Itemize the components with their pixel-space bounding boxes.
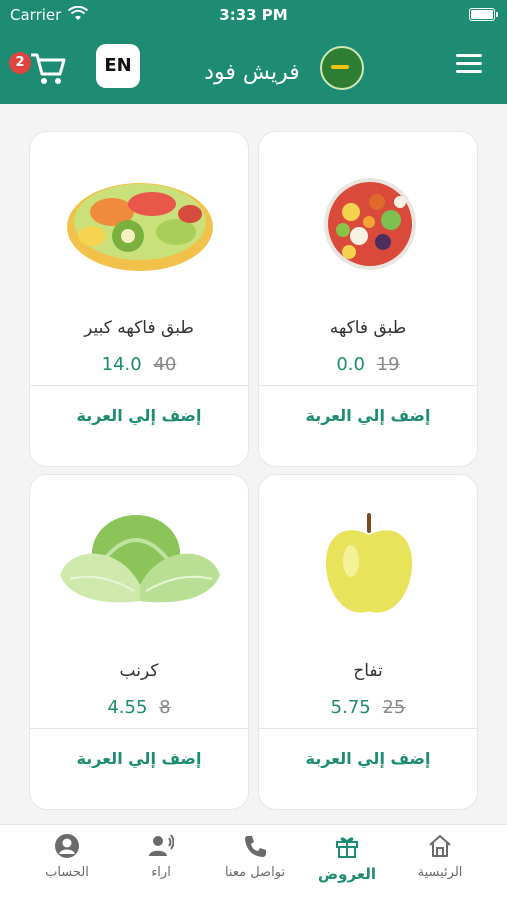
product-name: تفاح — [353, 661, 383, 681]
add-to-cart-button[interactable]: إضف إلي العربة — [30, 749, 248, 768]
product-name: طبق فاكهه كبير — [84, 318, 194, 338]
product-price: 5.75 — [330, 697, 371, 718]
language-toggle-button[interactable]: EN — [96, 44, 140, 88]
product-old-price: 25 — [382, 697, 406, 718]
tab-offers[interactable]: العروض — [302, 833, 392, 883]
product-prices: 14.0 40 — [30, 354, 248, 375]
product-price: 4.55 — [107, 697, 148, 718]
cart-button[interactable] — [28, 48, 68, 88]
product-old-price: 8 — [159, 697, 171, 718]
product-name: طبق فاكهه — [329, 318, 407, 338]
fruit-platter-image — [30, 132, 248, 302]
tab-home[interactable]: الرئيسية — [395, 833, 485, 880]
home-icon — [427, 833, 453, 859]
add-to-cart-button[interactable]: إضف إلي العربة — [30, 406, 248, 425]
tab-label: الحساب — [45, 865, 89, 880]
fruit-bowl-image — [259, 132, 477, 302]
tab-label: العروض — [317, 865, 377, 883]
product-prices: 0.0 19 — [259, 354, 477, 375]
product-card[interactable]: طبق فاكهه 0.0 19 إضف إلي العربة — [258, 131, 478, 467]
product-card[interactable]: طبق فاكهه كبير 14.0 40 إضف إلي العربة — [29, 131, 249, 467]
apple-image — [259, 475, 477, 645]
product-old-price: 19 — [376, 354, 400, 375]
brand-logo — [320, 46, 364, 90]
status-bar: Carrier 3:33 PM — [0, 0, 507, 30]
card-divider — [30, 385, 248, 386]
product-price: 14.0 — [101, 354, 142, 375]
bottom-tab-bar: الرئيسية العروض تواصل معنا اراء الحساب — [0, 824, 507, 901]
product-prices: 5.75 25 — [259, 697, 477, 718]
app-header: 2 EN فريش فود — [0, 30, 507, 104]
product-price: 0.0 — [336, 354, 365, 375]
tab-account[interactable]: الحساب — [22, 833, 112, 880]
card-divider — [30, 728, 248, 729]
product-grid: طبق فاكهه 0.0 19 إضف إلي العربة طبق فاكه… — [0, 104, 507, 824]
tab-feedback[interactable]: اراء — [116, 833, 206, 880]
phone-icon — [242, 833, 268, 859]
cart-icon — [31, 53, 66, 84]
menu-icon[interactable] — [456, 54, 482, 76]
tab-label: الرئيسية — [417, 865, 463, 880]
tab-contact[interactable]: تواصل معنا — [210, 833, 300, 880]
app-title: فريش فود — [204, 60, 300, 85]
cabbage-image — [30, 475, 248, 645]
feedback-icon — [148, 833, 175, 859]
product-name: كرنب — [119, 661, 159, 681]
add-to-cart-button[interactable]: إضف إلي العربة — [259, 406, 477, 425]
product-prices: 4.55 8 — [30, 697, 248, 718]
clock: 3:33 PM — [219, 6, 288, 24]
card-divider — [259, 728, 477, 729]
account-icon — [54, 833, 80, 859]
cart-count-badge: 2 — [9, 52, 31, 74]
product-old-price: 40 — [153, 354, 177, 375]
product-card[interactable]: كرنب 4.55 8 إضف إلي العربة — [29, 474, 249, 810]
product-card[interactable]: تفاح 5.75 25 إضف إلي العربة — [258, 474, 478, 810]
tab-label: اراء — [151, 865, 171, 880]
add-to-cart-button[interactable]: إضف إلي العربة — [259, 749, 477, 768]
card-divider — [259, 385, 477, 386]
tab-label: تواصل معنا — [224, 865, 286, 880]
gift-icon — [334, 833, 360, 859]
battery-icon — [469, 8, 498, 21]
